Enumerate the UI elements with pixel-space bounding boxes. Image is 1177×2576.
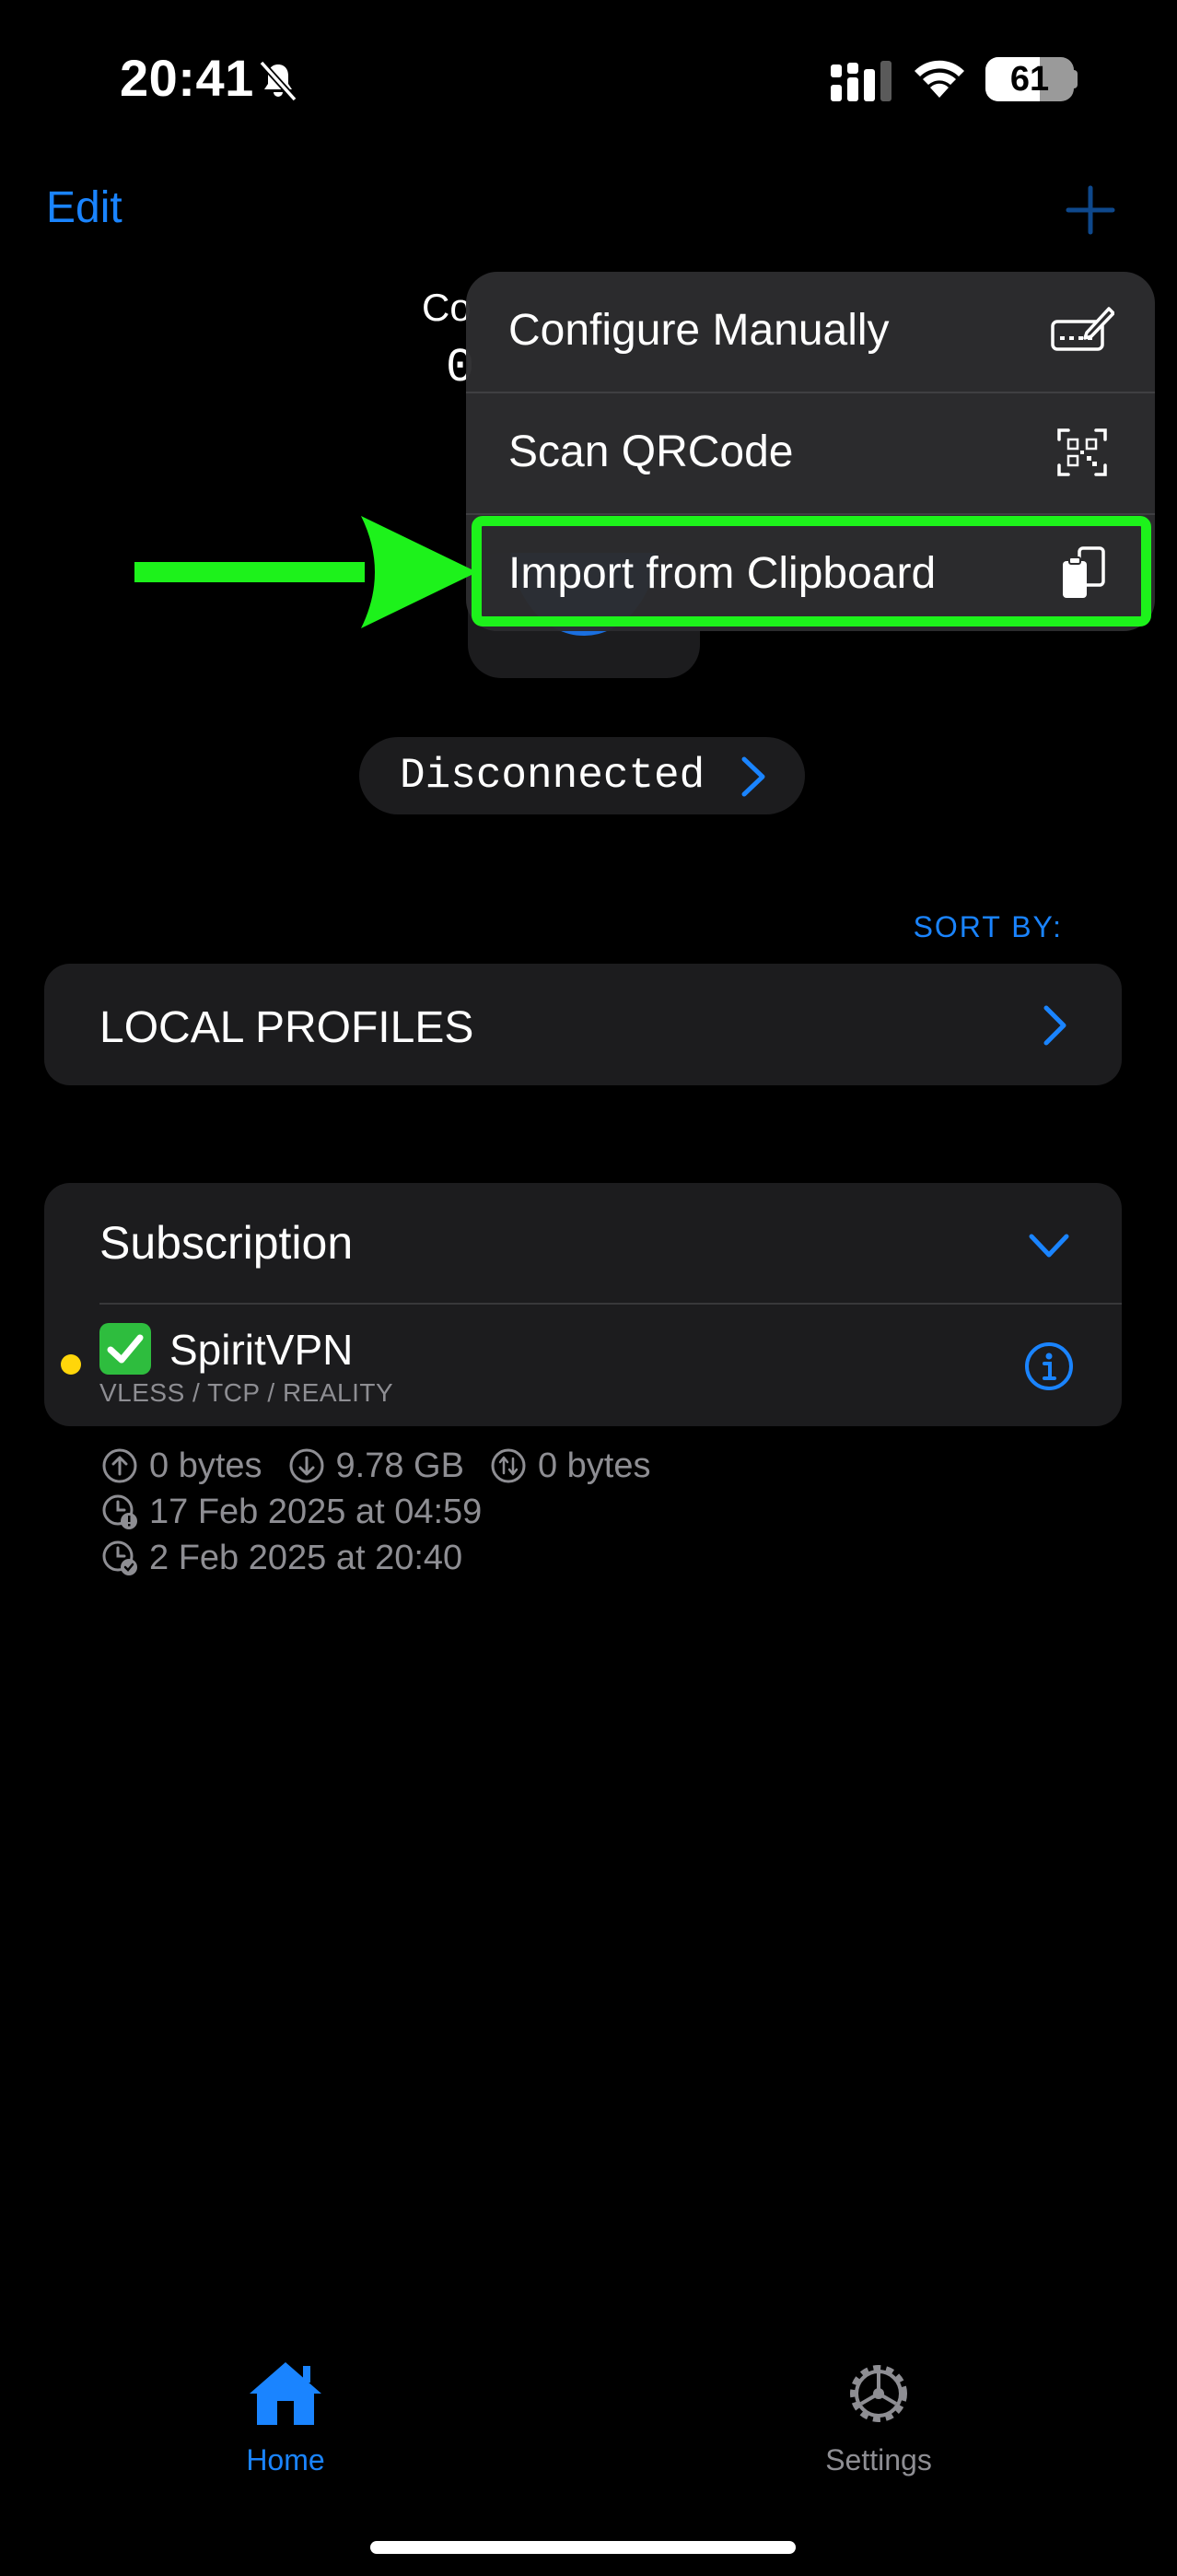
house-icon — [250, 2362, 321, 2425]
home-indicator — [370, 2541, 796, 2554]
battery-indicator: 61 — [985, 57, 1074, 101]
upload-value: 0 bytes — [149, 1446, 262, 1485]
menu-item-configure-manually[interactable]: Configure Manually — [466, 272, 1155, 393]
subscription-stats: 0 bytes 9.78 GB 0 bytes 17 Feb 2025 at 0… — [101, 1443, 676, 1581]
info-icon[interactable] — [1024, 1341, 1074, 1391]
upload-icon — [102, 1448, 137, 1483]
bell-off-icon — [259, 60, 297, 102]
menu-item-label: Scan QRCode — [508, 427, 794, 476]
expiry-row: 17 Feb 2025 at 04:59 — [101, 1489, 676, 1535]
cellular-signal-icon — [831, 61, 891, 101]
connection-status-label: Disconnected — [400, 752, 705, 800]
menu-item-label: Configure Manually — [508, 306, 890, 355]
battery-cap — [1072, 70, 1078, 88]
gear-icon — [850, 2365, 907, 2422]
chevron-right-icon — [741, 756, 765, 797]
local-profiles-row[interactable]: LOCAL PROFILES — [44, 964, 1122, 1085]
tab-home-label: Home — [246, 2443, 325, 2476]
chevron-down-icon[interactable] — [1028, 1231, 1070, 1260]
subscription-card: Subscription SpiritVPN VLESS / TCP / REA… — [44, 1183, 1122, 1426]
total-value: 0 bytes — [537, 1446, 651, 1485]
status-dot — [61, 1354, 81, 1375]
divider — [99, 1303, 1122, 1305]
tab-settings[interactable]: Settings — [787, 2359, 971, 2477]
sort-by-button[interactable]: SORT BY: — [914, 910, 1063, 944]
local-profiles-label: LOCAL PROFILES — [99, 1003, 474, 1052]
edit-button[interactable]: Edit — [46, 182, 122, 233]
highlight-outline — [472, 516, 1151, 626]
connection-label: Co — [422, 286, 472, 329]
up-down-arrows-icon — [491, 1448, 526, 1483]
add-icon[interactable] — [1065, 184, 1116, 236]
download-icon — [289, 1448, 324, 1483]
tab-settings-label: Settings — [825, 2443, 932, 2476]
expiry-value: 17 Feb 2025 at 04:59 — [149, 1492, 483, 1531]
profile-name[interactable]: SpiritVPN — [169, 1325, 353, 1375]
keyboard-pen-icon — [1051, 307, 1114, 351]
traffic-row: 0 bytes 9.78 GB 0 bytes — [101, 1443, 676, 1489]
profile-protocol: VLESS / TCP / REALITY — [99, 1378, 394, 1407]
app-screen: 20:41 61 Edit Co 0 Configure Manually Sc… — [0, 0, 1177, 2576]
clock-alert-icon — [102, 1494, 137, 1529]
chevron-right-icon — [1043, 1005, 1066, 1046]
updated-row: 2 Feb 2025 at 20:40 — [101, 1535, 676, 1581]
checkmark-icon — [99, 1323, 151, 1375]
clock-check-icon — [102, 1540, 137, 1575]
connection-status-pill[interactable]: Disconnected — [359, 737, 805, 814]
download-value: 9.78 GB — [335, 1446, 464, 1485]
menu-item-scan-qrcode[interactable]: Scan QRCode — [466, 393, 1155, 515]
subscription-title[interactable]: Subscription — [99, 1216, 353, 1270]
qrcode-scan-icon — [1057, 428, 1107, 476]
battery-percent: 61 — [1009, 60, 1050, 99]
tab-home[interactable]: Home — [193, 2359, 378, 2477]
wifi-icon — [915, 60, 964, 98]
status-time: 20:41 — [120, 49, 254, 107]
pointer-arrow — [134, 516, 477, 628]
updated-value: 2 Feb 2025 at 20:40 — [149, 1538, 463, 1577]
